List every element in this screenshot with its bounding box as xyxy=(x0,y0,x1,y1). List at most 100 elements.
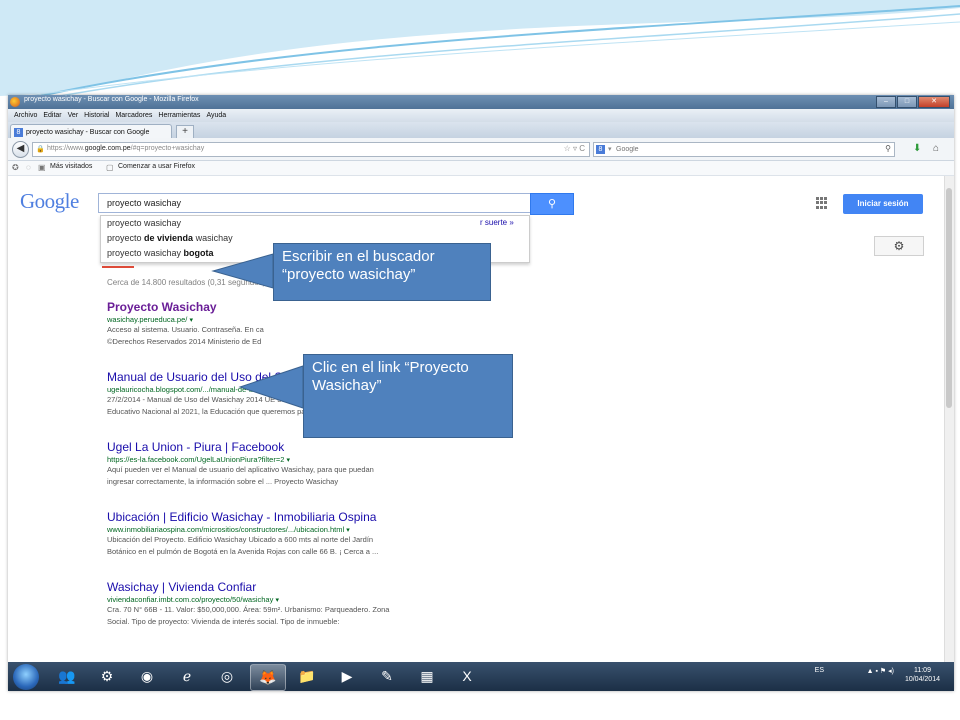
search-query: proyecto wasichay xyxy=(107,198,182,208)
url-text: https://www.google.com.pe/#q=proyecto+wa… xyxy=(47,145,205,152)
clock[interactable]: 11:09 10/04/2014 xyxy=(905,666,940,684)
menu-marcadores[interactable]: Marcadores xyxy=(115,112,152,119)
result-title-link[interactable]: Proyecto Wasichay xyxy=(107,300,607,314)
page-content: Google proyecto wasichay ⚲ Iniciar sesió… xyxy=(8,176,954,662)
app-icon[interactable]: ✎ xyxy=(370,664,404,689)
search-engine-icon: 8 xyxy=(596,145,605,154)
search-result: Wasichay | Vivienda Confiar viviendaconf… xyxy=(107,580,607,628)
google-search-box[interactable]: proyecto wasichay xyxy=(98,193,532,213)
chevron-down-icon[interactable]: ▾ xyxy=(608,145,612,153)
browser-window: proyecto wasichay - Buscar con Google - … xyxy=(8,95,954,691)
window-title: proyecto wasichay - Buscar con Google - … xyxy=(24,96,199,103)
folder-icon[interactable]: 📁 xyxy=(290,664,324,689)
active-tab-underline xyxy=(102,266,134,268)
lock-icon: 🔒 xyxy=(36,146,45,153)
tools-icon[interactable]: ⚙ xyxy=(90,664,124,689)
menu-editar[interactable]: Editar xyxy=(43,112,61,119)
chrome-icon[interactable]: ◎ xyxy=(210,664,244,689)
callout-link-instruction: Clic en el link “Proyecto Wasichay” xyxy=(303,354,513,438)
result-title-link[interactable]: Ubicación | Edificio Wasichay - Inmobili… xyxy=(107,510,607,524)
suggestion-item[interactable]: proyecto wasichay xyxy=(101,216,529,231)
url-bar[interactable]: 🔒 https://www.google.com.pe/#q=proyecto+… xyxy=(32,142,590,157)
result-stats: Cerca de 14.800 resultados (0,31 segundo… xyxy=(107,278,266,287)
language-indicator[interactable]: ES xyxy=(815,667,824,674)
menu-historial[interactable]: Historial xyxy=(84,112,109,119)
result-snippet: Ubicación del Proyecto. Edificio Wasicha… xyxy=(107,535,374,544)
result-url: wasichay.perueduca.pe/ ▾ xyxy=(107,315,193,324)
google-favicon-icon: 8 xyxy=(14,127,23,137)
result-snippet: ©Derechos Reservados 2014 Ministerio de … xyxy=(107,337,262,346)
sync-icon[interactable]: ◌ xyxy=(26,163,31,172)
result-title-link[interactable]: Ugel La Union - Piura | Facebook xyxy=(107,440,607,454)
scrollbar[interactable] xyxy=(944,176,954,662)
result-snippet: Cra. 70 N° 66B - 11. Valor: $50,000,000.… xyxy=(107,605,390,614)
window-controls: – □ ✕ xyxy=(875,96,950,108)
firefox-taskbar-icon[interactable]: 🦊 xyxy=(250,664,286,691)
search-icon: ⚲ xyxy=(547,198,557,210)
result-url: www.inmobiliariaospina.com/micrositios/c… xyxy=(107,525,350,534)
taskbar: 👥 ⚙ ◉ ℯ ◎ 🦊 📁 ▶ ✎ ▦ X ES ▲ ▪ ⚑ ◂) 11:09 … xyxy=(8,662,954,691)
lucky-link[interactable]: r suerte » xyxy=(480,218,514,227)
result-snippet: Aquí pueden ver el Manual de usuario del… xyxy=(107,465,374,474)
new-tab-button[interactable]: + xyxy=(176,125,194,139)
menu-herramientas[interactable]: Herramientas xyxy=(158,112,200,119)
chevron-down-icon[interactable]: ▾ xyxy=(346,527,350,534)
minimize-button[interactable]: – xyxy=(876,96,896,108)
firefox-icon xyxy=(10,97,20,107)
result-url: https://es-la.facebook.com/UgelLaUnionPi… xyxy=(107,455,290,464)
result-snippet: Botánico en el pulmón de Bogotá en la Av… xyxy=(107,547,379,556)
tab-bar: 8 proyecto wasichay - Buscar con Google … xyxy=(8,122,954,139)
callout-search-instruction: Escribir en el buscador “proyecto wasich… xyxy=(273,243,491,301)
result-snippet: Acceso al sistema. Usuario. Contraseña. … xyxy=(107,325,264,334)
result-url: viviendaconfiar.imbt.com.co/proyecto/50/… xyxy=(107,595,279,604)
menu-archivo[interactable]: Archivo xyxy=(14,112,37,119)
scrollbar-thumb[interactable] xyxy=(946,188,952,408)
excel-icon[interactable]: X xyxy=(450,664,484,689)
title-bar: proyecto wasichay - Buscar con Google - … xyxy=(8,95,954,109)
search-result: Ubicación | Edificio Wasichay - Inmobili… xyxy=(107,510,607,558)
chevron-down-icon[interactable]: ▾ xyxy=(286,457,290,464)
menu-ver[interactable]: Ver xyxy=(68,112,79,119)
search-icon[interactable]: ⚲ xyxy=(885,144,891,153)
bookmark-star-icon[interactable]: ✪ xyxy=(12,163,19,172)
result-title-link[interactable]: Wasichay | Vivienda Confiar xyxy=(107,580,607,594)
people-icon[interactable]: 👥 xyxy=(50,664,84,689)
search-button[interactable]: ⚲ xyxy=(530,193,574,215)
chevron-down-icon[interactable]: ▾ xyxy=(275,597,279,604)
tab-label: proyecto wasichay - Buscar con Google xyxy=(26,128,150,136)
maximize-button[interactable]: □ xyxy=(897,96,917,108)
browser-search-input[interactable] xyxy=(616,144,866,154)
menu-ayuda[interactable]: Ayuda xyxy=(206,112,226,119)
search-result: Proyecto Wasichay wasichay.perueduca.pe/… xyxy=(107,300,607,348)
bookmarks-toolbar: ✪ ◌ ▣ Más visitados ▢ Comenzar a usar Fi… xyxy=(8,161,954,176)
clock-date: 10/04/2014 xyxy=(904,676,940,683)
media-player-icon[interactable]: ▶ xyxy=(330,664,364,689)
result-snippet: ingresar correctamente, la información s… xyxy=(107,477,339,486)
result-snippet: Social. Tipo de proyecto: Vivienda de in… xyxy=(107,617,340,626)
browser-search-bar[interactable]: 8 ▾ ⚲ xyxy=(593,142,895,157)
back-icon[interactable]: ◀ xyxy=(12,141,29,158)
bookmark-getting-started[interactable]: Comenzar a usar Firefox xyxy=(118,163,195,170)
clock-time: 11:09 xyxy=(913,667,931,674)
sign-in-button[interactable]: Iniciar sesión xyxy=(843,194,923,214)
home-icon[interactable]: ⌂ xyxy=(933,143,939,154)
close-button[interactable]: ✕ xyxy=(918,96,950,108)
search-result: Ugel La Union - Piura | Facebook https:/… xyxy=(107,440,607,488)
tray-icons[interactable]: ▲ ▪ ⚑ ◂) xyxy=(867,667,894,675)
internet-explorer-icon[interactable]: ℯ xyxy=(170,664,204,689)
reload-icon[interactable]: ☆ ▿ C xyxy=(564,144,585,153)
page-icon: ▢ xyxy=(106,163,114,172)
slide-decoration xyxy=(0,0,960,98)
start-icon[interactable] xyxy=(13,664,39,690)
window-icon[interactable]: ▦ xyxy=(410,664,444,689)
download-icon[interactable]: ⬇ xyxy=(913,143,921,154)
app-green-icon[interactable]: ◉ xyxy=(130,664,164,689)
apps-grid-icon[interactable] xyxy=(816,197,828,209)
tab-google-search[interactable]: 8 proyecto wasichay - Buscar con Google xyxy=(10,124,172,139)
bookmark-most-visited[interactable]: Más visitados xyxy=(50,163,92,170)
folder-icon: ▣ xyxy=(38,163,46,172)
gear-icon[interactable]: ⚙ xyxy=(874,236,924,256)
google-logo[interactable]: Google xyxy=(20,189,79,214)
chevron-down-icon[interactable]: ▾ xyxy=(189,317,193,324)
navigation-bar: ◀ 🔒 https://www.google.com.pe/#q=proyect… xyxy=(8,138,954,161)
